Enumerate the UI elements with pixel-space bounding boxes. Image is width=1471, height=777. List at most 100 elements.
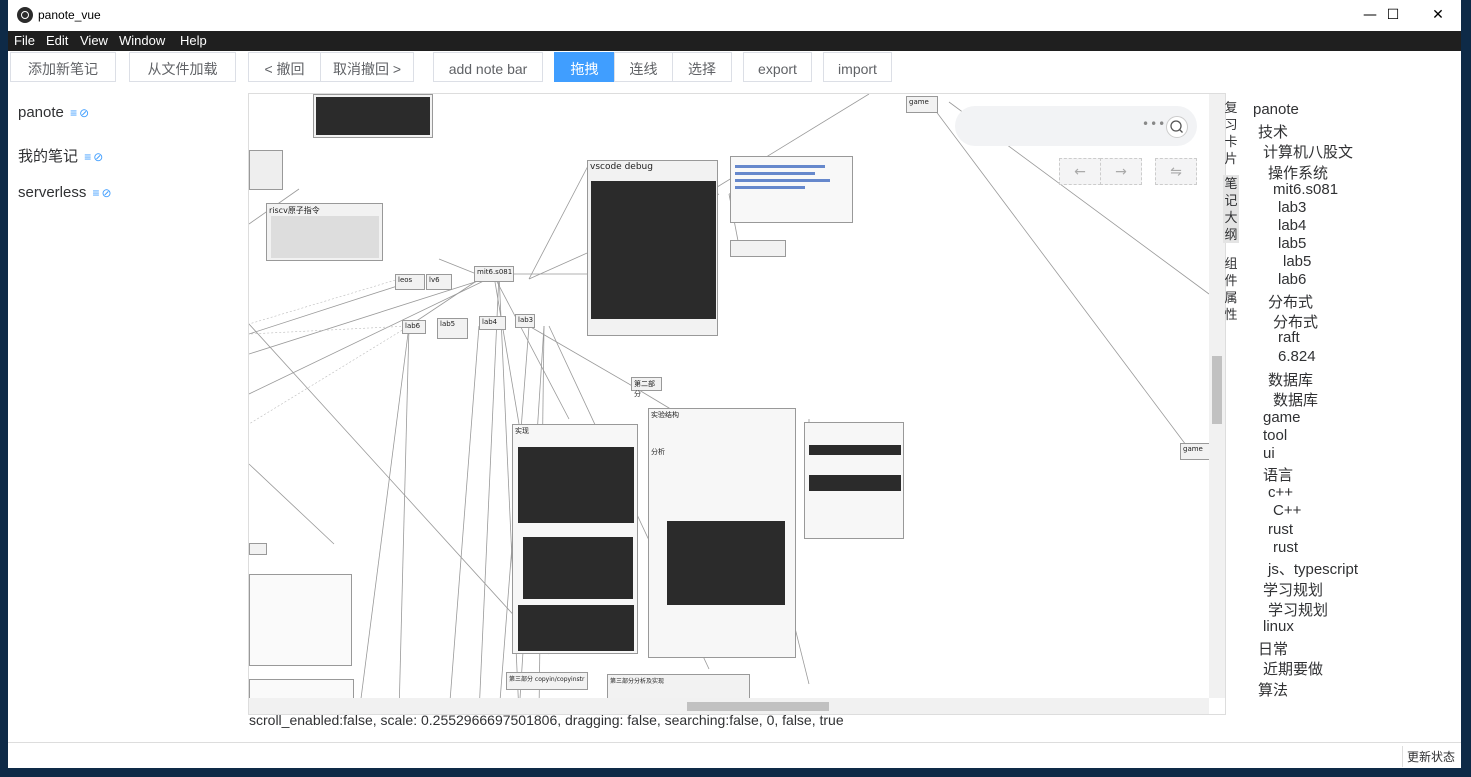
- outline-item[interactable]: lab6: [1278, 271, 1306, 288]
- add-note-bar-button[interactable]: add note bar: [433, 52, 543, 82]
- list-icon[interactable]: ≡: [70, 106, 77, 120]
- note-item[interactable]: 我的笔记 ≡ ⊘: [18, 145, 103, 166]
- load-file-button[interactable]: 从文件加载: [129, 52, 236, 82]
- link-icon[interactable]: ⊘: [93, 150, 103, 164]
- note-item[interactable]: serverless ≡ ⊘: [18, 184, 112, 201]
- outline-item[interactable]: 近期要做: [1263, 658, 1323, 679]
- outline-item[interactable]: 数据库: [1268, 369, 1313, 390]
- outline-item[interactable]: linux: [1263, 618, 1294, 635]
- drag-mode-button[interactable]: 拖拽: [554, 52, 615, 82]
- outline-item[interactable]: lab4: [1278, 217, 1306, 234]
- menu-window[interactable]: Window: [119, 33, 165, 48]
- node-lab6[interactable]: lab6: [402, 320, 426, 334]
- menu-file[interactable]: File: [14, 33, 35, 48]
- outline-item[interactable]: panote: [1253, 101, 1299, 118]
- note-node[interactable]: riscv原子指令: [266, 203, 383, 261]
- update-status-button[interactable]: 更新状态: [1401, 746, 1459, 767]
- canvas-search-box[interactable]: •••: [955, 106, 1197, 146]
- search-prev-button[interactable]: ←: [1059, 158, 1101, 185]
- connect-mode-button[interactable]: 连线: [614, 52, 673, 82]
- close-button[interactable]: ✕: [1415, 0, 1461, 31]
- note-node[interactable]: [313, 94, 433, 138]
- link-icon[interactable]: ⊘: [79, 106, 89, 120]
- app-logo-icon: [17, 7, 33, 23]
- outline-item[interactable]: 计算机八股文: [1263, 141, 1353, 162]
- node-lv6[interactable]: lv6: [426, 274, 452, 290]
- outline-item[interactable]: game: [1263, 409, 1301, 426]
- maximize-button[interactable]: ☐: [1370, 0, 1416, 31]
- import-button[interactable]: import: [823, 52, 892, 82]
- node-game[interactable]: game: [1180, 443, 1210, 460]
- outline-item[interactable]: lab3: [1278, 199, 1306, 216]
- search-swap-button[interactable]: ⇋: [1155, 158, 1197, 185]
- note-node[interactable]: [249, 543, 267, 555]
- outline-item[interactable]: rust: [1273, 539, 1298, 556]
- node-mit6-s081[interactable]: mit6.s081: [474, 266, 514, 282]
- menu-bar: File Edit View Window Help: [8, 31, 1461, 51]
- link-icon[interactable]: ⊘: [102, 186, 112, 200]
- note-node[interactable]: vscode debug: [587, 160, 718, 336]
- search-icon[interactable]: [1166, 116, 1188, 138]
- note-item[interactable]: panote ≡ ⊘: [18, 104, 89, 121]
- outline-item[interactable]: raft: [1278, 329, 1300, 346]
- scroll-thumb[interactable]: [1212, 356, 1222, 424]
- note-node[interactable]: [730, 156, 853, 223]
- outline-item[interactable]: 算法: [1258, 679, 1288, 700]
- outline-item[interactable]: 操作系统: [1268, 162, 1328, 183]
- node-part2[interactable]: 第二部分: [631, 377, 662, 398]
- more-icon[interactable]: •••: [1142, 117, 1166, 131]
- menu-edit[interactable]: Edit: [46, 33, 68, 48]
- outline-item[interactable]: 学习规划: [1263, 579, 1323, 600]
- node-lab3[interactable]: lab3: [515, 314, 535, 328]
- note-node[interactable]: 实现: [512, 424, 638, 654]
- note-node[interactable]: [249, 679, 354, 699]
- outline-item[interactable]: 技术: [1258, 121, 1288, 142]
- node-lab4[interactable]: lab4: [479, 316, 506, 330]
- note-node[interactable]: [804, 422, 904, 539]
- outline-item[interactable]: 数据库: [1273, 389, 1318, 410]
- scroll-thumb[interactable]: [687, 702, 829, 711]
- outline-item[interactable]: lab5: [1278, 235, 1306, 252]
- redo-button[interactable]: 取消撤回 >: [320, 52, 414, 82]
- outline-item[interactable]: 日常: [1258, 638, 1288, 659]
- outline-item[interactable]: 分布式: [1268, 291, 1313, 312]
- node-title: riscv原子指令: [269, 206, 320, 215]
- note-label: panote: [18, 104, 64, 121]
- list-icon[interactable]: ≡: [84, 150, 91, 164]
- outline-item[interactable]: c++: [1268, 484, 1293, 501]
- note-node[interactable]: [249, 150, 283, 190]
- outline-item[interactable]: 6.824: [1278, 348, 1316, 365]
- search-next-button[interactable]: →: [1100, 158, 1142, 185]
- outline-item[interactable]: mit6.s081: [1273, 181, 1338, 198]
- node-part3[interactable]: 第三部分 copyin/copyinstr: [506, 672, 588, 690]
- tab-component-props[interactable]: 组件属性: [1223, 255, 1239, 323]
- outline-item[interactable]: ui: [1263, 445, 1275, 462]
- add-note-button[interactable]: 添加新笔记: [10, 52, 116, 82]
- note-node[interactable]: [249, 574, 352, 666]
- note-canvas[interactable]: riscv原子指令 vscode debug leos lv6 mit6.s08…: [248, 93, 1226, 715]
- outline-item[interactable]: C++: [1273, 502, 1301, 519]
- node-lab5[interactable]: lab5: [437, 318, 468, 339]
- undo-button[interactable]: < 撤回: [248, 52, 321, 82]
- list-icon[interactable]: ≡: [93, 186, 100, 200]
- tab-review-cards[interactable]: 复习卡片: [1223, 99, 1239, 167]
- tab-note-outline[interactable]: 笔记大纲: [1223, 175, 1239, 243]
- node-part3-analysis[interactable]: 第三部分分析及实现: [607, 674, 750, 700]
- node-game[interactable]: game: [906, 96, 938, 113]
- note-node[interactable]: 实验结构 分析: [648, 408, 796, 658]
- export-button[interactable]: export: [743, 52, 812, 82]
- outline-item[interactable]: lab5: [1283, 253, 1311, 270]
- menu-view[interactable]: View: [80, 33, 108, 48]
- select-mode-button[interactable]: 选择: [672, 52, 732, 82]
- node-leos[interactable]: leos: [395, 274, 425, 290]
- outline-item[interactable]: 语言: [1263, 464, 1293, 485]
- toolbar: 添加新笔记 从文件加载 < 撤回 取消撤回 > add note bar 拖拽 …: [8, 51, 1461, 87]
- outline-item[interactable]: js、typescript: [1268, 558, 1358, 579]
- outline-item[interactable]: tool: [1263, 427, 1287, 444]
- note-node[interactable]: [730, 240, 786, 257]
- outline-item[interactable]: rust: [1268, 521, 1293, 538]
- node-subtitle: 分析: [651, 448, 665, 456]
- outline-item[interactable]: 学习规划: [1268, 599, 1328, 620]
- debug-status-line: scroll_enabled:false, scale: 0.255296669…: [249, 712, 844, 728]
- menu-help[interactable]: Help: [180, 33, 207, 48]
